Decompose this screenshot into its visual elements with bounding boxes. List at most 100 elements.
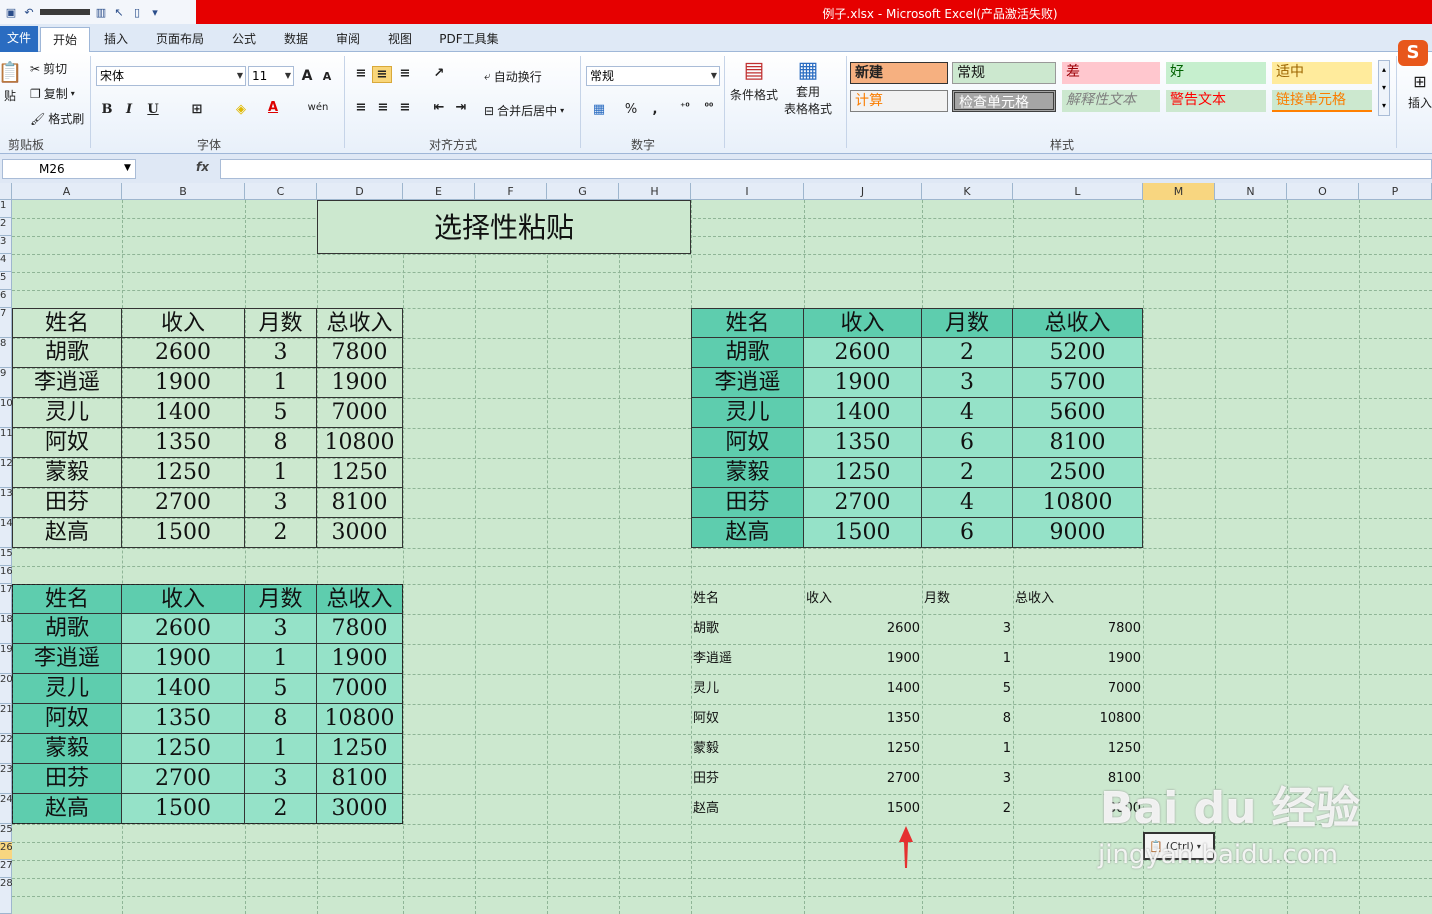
table-cell[interactable]: 灵儿 [691, 398, 804, 428]
table-cell[interactable]: 1350 [122, 704, 245, 734]
table-cell[interactable]: 1900 [317, 368, 403, 398]
col-header-g[interactable]: G [547, 183, 619, 200]
pasted-cell[interactable]: 1 [922, 734, 1011, 764]
table-cell[interactable]: 灵儿 [12, 674, 122, 704]
align-bottom-icon[interactable]: ≡ [396, 66, 414, 81]
row-header[interactable]: 9 [0, 368, 12, 398]
pasted-cell[interactable]: 2700 [804, 764, 920, 794]
table-header-cell[interactable]: 月数 [245, 308, 317, 338]
row-header[interactable]: 6 [0, 290, 12, 308]
tab-data[interactable]: 数据 [274, 29, 318, 51]
row-header[interactable]: 15 [0, 548, 12, 566]
table-cell[interactable]: 6 [922, 428, 1013, 458]
pasted-cell[interactable]: 灵儿 [693, 674, 804, 704]
table-cell[interactable]: 1250 [317, 458, 403, 488]
table-cell[interactable]: 1250 [122, 458, 245, 488]
table-cell[interactable]: 1250 [122, 734, 245, 764]
pasted-cell[interactable]: 李逍遥 [693, 644, 804, 674]
decrease-indent-icon[interactable]: ⇤ [430, 100, 448, 115]
gallery-scroll[interactable]: ▴ ▾ ▾ [1378, 60, 1390, 116]
table-cell[interactable]: 2600 [122, 338, 245, 368]
style-good[interactable]: 好 [1166, 62, 1266, 84]
align-top-icon[interactable]: ≡ [352, 66, 370, 81]
table-cell[interactable]: 1 [245, 734, 317, 764]
row-header[interactable]: 25 [0, 824, 12, 842]
style-linked-cell[interactable]: 链接单元格 [1272, 90, 1372, 112]
pasted-cell[interactable]: 7000 [1013, 674, 1141, 704]
table-cell[interactable]: 3000 [317, 518, 403, 548]
pasted-cell[interactable]: 8 [922, 704, 1011, 734]
table-cell[interactable]: 胡歌 [691, 338, 804, 368]
row-header[interactable]: 20 [0, 674, 12, 704]
pasted-cell[interactable]: 1250 [804, 734, 920, 764]
table-cell[interactable]: 李逍遥 [12, 368, 122, 398]
table-cell[interactable]: 2 [245, 794, 317, 824]
pasted-cell[interactable]: 5 [922, 674, 1011, 704]
cut-button[interactable]: ✂ 剪切 [30, 60, 67, 77]
table-cell[interactable]: 5700 [1013, 368, 1143, 398]
row-header[interactable]: 14 [0, 518, 12, 548]
wrap-text-button[interactable]: ⤶ 自动换行 [484, 68, 542, 85]
format-painter-button[interactable]: 🖌 格式刷 [30, 110, 84, 127]
table-cell[interactable]: 1900 [317, 644, 403, 674]
col-header-c[interactable]: C [245, 183, 317, 200]
col-header-l[interactable]: L [1013, 183, 1143, 200]
col-header-d[interactable]: D [317, 183, 403, 200]
table-header-cell[interactable]: 收入 [122, 308, 245, 338]
table-cell[interactable]: 赵高 [691, 518, 804, 548]
pasted-cell[interactable]: 胡歌 [693, 614, 804, 644]
table-cell[interactable]: 7000 [317, 674, 403, 704]
table-cell[interactable]: 1400 [122, 398, 245, 428]
style-new[interactable]: 新建 [850, 62, 948, 84]
table-cell[interactable]: 8100 [317, 488, 403, 518]
table-cell[interactable]: 10800 [1013, 488, 1143, 518]
table-cell[interactable]: 2 [922, 458, 1013, 488]
table-cell[interactable]: 田芬 [12, 488, 122, 518]
table-header-cell[interactable]: 姓名 [12, 308, 122, 338]
table-cell[interactable]: 胡歌 [12, 338, 122, 368]
table-cell[interactable]: 赵高 [12, 518, 122, 548]
table-cell[interactable]: 10800 [317, 704, 403, 734]
table-cell[interactable]: 2700 [804, 488, 922, 518]
table-cell[interactable]: 蒙毅 [12, 458, 122, 488]
table-cell[interactable]: 1350 [804, 428, 922, 458]
table-cell[interactable]: 1500 [804, 518, 922, 548]
table-cell[interactable]: 2700 [122, 488, 245, 518]
format-as-table-button[interactable]: ▦ 套用 表格格式 [784, 58, 832, 117]
table-cell[interactable]: 1 [245, 644, 317, 674]
increase-decimal-icon[interactable]: ⁺⁰ [676, 102, 694, 113]
table-cell[interactable]: 1400 [122, 674, 245, 704]
pasted-cell[interactable]: 3 [922, 764, 1011, 794]
chevron-down-icon[interactable]: ▼ [124, 163, 131, 173]
sheet-title-cell[interactable]: 选择性粘贴 [317, 200, 691, 254]
row-header[interactable]: 2 [0, 218, 12, 236]
table-cell[interactable]: 2600 [804, 338, 922, 368]
style-normal[interactable]: 常规 [952, 62, 1056, 84]
row-header[interactable]: 12 [0, 458, 12, 488]
col-header-a[interactable]: A [12, 183, 122, 200]
orientation-icon[interactable]: ↗ [430, 66, 448, 81]
pasted-cell[interactable]: 阿奴 [693, 704, 804, 734]
insert-cells-button[interactable]: ⊞ 插入 [1408, 72, 1432, 111]
row-header[interactable]: 21 [0, 704, 12, 734]
row-header[interactable]: 16 [0, 566, 12, 584]
table-cell[interactable]: 2600 [122, 614, 245, 644]
table-cell[interactable]: 7800 [317, 338, 403, 368]
row-header[interactable]: 11 [0, 428, 12, 458]
col-header-i[interactable]: I [691, 183, 804, 200]
table-cell[interactable]: 蒙毅 [12, 734, 122, 764]
col-header-f[interactable]: F [475, 183, 547, 200]
row-header[interactable]: 17 [0, 584, 12, 614]
table-cell[interactable]: 1 [245, 458, 317, 488]
pasted-cell[interactable]: 7800 [1013, 614, 1141, 644]
paste-options-button[interactable]: 📋 (Ctrl) ▾ [1143, 832, 1215, 860]
table-cell[interactable]: 8100 [1013, 428, 1143, 458]
col-header-o[interactable]: O [1287, 183, 1359, 200]
style-warning[interactable]: 警告文本 [1166, 90, 1266, 112]
pasted-cell[interactable]: 1350 [804, 704, 920, 734]
table-cell[interactable]: 8 [245, 704, 317, 734]
align-center-icon[interactable]: ≡ [374, 100, 392, 115]
tab-home[interactable]: 开始 [40, 27, 90, 54]
table-cell[interactable]: 1900 [122, 368, 245, 398]
currency-icon[interactable]: ▦ [590, 102, 608, 117]
